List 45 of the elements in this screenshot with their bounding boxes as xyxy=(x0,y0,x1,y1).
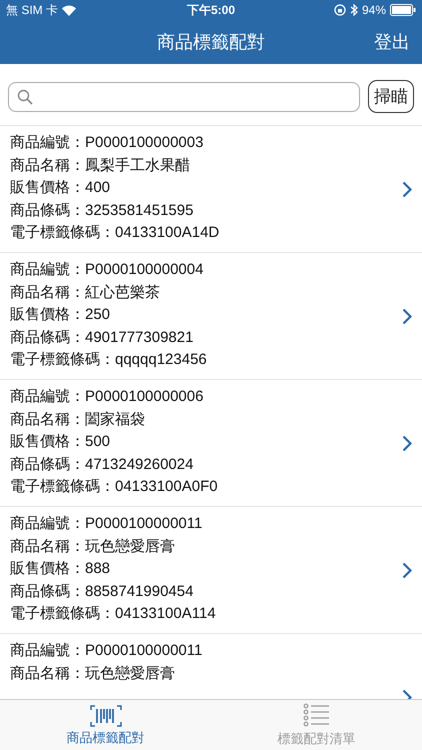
product-detail-text: 商品編號：P0000100000011 xyxy=(10,641,204,661)
product-detail-text: 電子標籤條碼：04133100A114 xyxy=(10,604,217,624)
clock-text: 下午5:00 xyxy=(186,2,236,18)
wifi-icon xyxy=(62,4,76,16)
product-detail-text: 商品名稱：玩色戀愛唇膏 xyxy=(10,664,176,684)
carrier-text: 無 SIM 卡 xyxy=(6,2,58,18)
chevron-icon xyxy=(402,562,412,578)
chevron-icon xyxy=(402,434,412,452)
product-detail-text: 商品條碼：8858741990454 xyxy=(10,582,194,602)
product-detail-text: 販售價格：400 xyxy=(10,178,112,198)
product-detail-text: 商品條碼：4713249260024 xyxy=(10,454,194,474)
product-detail-text: 商品條碼：4901777309821 xyxy=(10,328,194,348)
search-icon xyxy=(17,88,33,104)
product-row[interactable]: 商品編號：P0000100000004 商品名稱：紅心芭樂茶 販售價格：250 商品條碼：4901777309821 電子標籤條碼：qqqqq123456 xyxy=(0,253,422,380)
product-detail-text: 商品編號：P0000100000006 xyxy=(10,387,204,407)
product-detail-text: 販售價格：250 xyxy=(10,305,112,325)
product-row[interactable]: 商品編號：P0000100000006 商品名稱：闔家福袋 販售價格：500 商品條碼：4713249260024 電子標籤條碼：04133100A0F0 xyxy=(0,380,422,507)
barcode-icon xyxy=(88,704,122,728)
product-detail-text: 商品名稱：闔家福袋 xyxy=(10,410,146,430)
search-field[interactable] xyxy=(8,82,360,112)
logout-button[interactable]: 登出 xyxy=(374,30,410,54)
chevron-icon xyxy=(402,308,412,324)
battery-icon xyxy=(390,4,416,16)
list-icon xyxy=(302,702,330,728)
product-detail-text: 電子標籤條碼：qqqqq123456 xyxy=(10,350,208,370)
rotation-lock-icon xyxy=(334,4,346,16)
battery-text: 94% xyxy=(362,3,386,17)
product-detail-text: 商品名稱：鳳梨手工水果醋 xyxy=(10,156,191,176)
product-detail-text: 電子標籤條碼：04133100A0F0 xyxy=(10,477,219,497)
product-row[interactable]: 商品編號：P0000100000011 商品名稱：玩色戀愛唇膏 販售價格：888 商品條碼：8858741990454 電子標籤條碼：04133100A114 xyxy=(0,507,422,634)
tab-item[interactable]: 商品標籤配對 xyxy=(0,700,211,750)
scan-button[interactable]: 掃瞄 xyxy=(368,80,414,113)
product-detail-text: 電子標籤條碼：04133100A14D xyxy=(10,223,220,243)
bluetooth-icon xyxy=(350,4,358,16)
product-detail-text: 商品名稱：玩色戀愛唇膏 xyxy=(10,536,176,556)
chevron-icon xyxy=(402,180,412,198)
product-detail-text: 販售價格：888 xyxy=(10,559,112,579)
product-detail-text: 商品編號：P0000100000011 xyxy=(10,514,204,534)
product-detail-text: 商品名稱：紅心芭樂茶 xyxy=(10,282,161,302)
product-detail-text: 販售價格：500 xyxy=(10,432,112,452)
nav-title: 商品標籤配對 xyxy=(157,31,265,54)
product-detail-text: 商品條碼：3253581451595 xyxy=(10,200,194,220)
product-detail-text: 商品編號：P0000100000003 xyxy=(10,133,204,153)
product-detail-text: 商品編號：P0000100000004 xyxy=(10,260,204,280)
product-row[interactable]: 商品編號：P0000100000003 商品名稱：鳳梨手工水果醋 販售價格：400 商品條碼：3253581451595 電子標籤條碼：04133100A14D xyxy=(0,126,422,253)
